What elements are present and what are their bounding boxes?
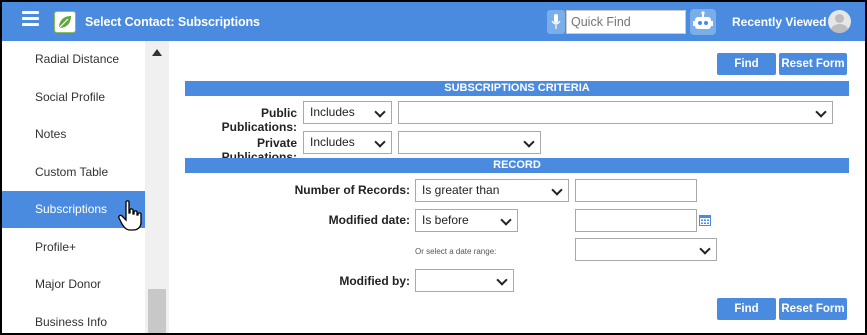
public-operator-value: Includes <box>310 105 355 119</box>
sidebar-item-notes[interactable]: Notes <box>2 116 145 153</box>
sidebar: Radial Distance Social Profile Notes Cus… <box>2 41 145 333</box>
hand-cursor-icon <box>118 200 142 231</box>
robot-assistant-icon[interactable] <box>690 9 716 35</box>
public-publications-value-select[interactable] <box>398 101 833 124</box>
find-button-top[interactable]: Find <box>717 53 776 75</box>
recently-viewed-menu[interactable]: Recently Viewed▾ <box>732 15 834 29</box>
public-publications-label: Public Publications: <box>221 106 297 134</box>
date-range-note: Or select a date range: <box>415 247 497 256</box>
leaf-logo-icon <box>54 11 76 33</box>
modified-date-operator-value: Is before <box>422 213 469 227</box>
chevron-down-icon <box>523 136 535 148</box>
date-range-select[interactable] <box>575 238 717 261</box>
sidebar-item-radial-distance[interactable]: Radial Distance <box>2 41 145 78</box>
modified-by-select[interactable] <box>415 269 514 292</box>
find-button-bottom[interactable]: Find <box>717 298 776 320</box>
quick-find-input[interactable] <box>566 10 686 34</box>
modified-date-input[interactable] <box>575 209 697 232</box>
number-of-records-label: Number of Records: <box>294 183 410 197</box>
chevron-down-icon <box>551 184 563 196</box>
reset-form-button-bottom[interactable]: Reset Form <box>779 298 847 320</box>
private-publications-operator-select[interactable]: Includes <box>303 131 392 154</box>
chevron-down-icon <box>496 274 508 286</box>
number-of-records-operator-value: Is greater than <box>422 183 500 197</box>
chevron-down-icon <box>374 106 386 118</box>
avatar[interactable] <box>828 10 851 33</box>
sidebar-item-business-info[interactable]: Business Info <box>2 304 145 333</box>
sidebar-scrollbar[interactable] <box>145 41 169 333</box>
reset-form-button-top[interactable]: Reset Form <box>779 53 847 75</box>
sidebar-item-major-donor[interactable]: Major Donor <box>2 266 145 303</box>
chevron-down-icon <box>500 214 512 226</box>
calendar-icon[interactable] <box>699 214 711 226</box>
top-bar: Select Contact: Subscriptions Recently V… <box>2 2 865 41</box>
scroll-up-icon[interactable] <box>152 49 162 56</box>
chevron-down-icon <box>374 136 386 148</box>
record-heading: RECORD <box>185 158 849 173</box>
sidebar-item-social-profile[interactable]: Social Profile <box>2 79 145 116</box>
microphone-icon[interactable] <box>547 10 565 34</box>
recently-viewed-label: Recently Viewed <box>732 15 827 29</box>
modified-date-label: Modified date: <box>328 213 410 227</box>
chevron-down-icon <box>699 243 711 255</box>
chevron-down-icon <box>815 106 827 118</box>
sidebar-item-profile-plus[interactable]: Profile+ <box>2 229 145 266</box>
hamburger-menu-icon[interactable] <box>22 11 39 26</box>
private-operator-value: Includes <box>310 135 355 149</box>
scrollbar-thumb[interactable] <box>148 289 166 333</box>
modified-by-label: Modified by: <box>339 274 410 288</box>
public-publications-operator-select[interactable]: Includes <box>303 101 392 124</box>
number-of-records-input[interactable] <box>575 179 697 202</box>
subscriptions-criteria-heading: SUBSCRIPTIONS CRITERIA <box>185 81 849 96</box>
sidebar-item-custom-table[interactable]: Custom Table <box>2 154 145 191</box>
app-window: Select Contact: Subscriptions Recently V… <box>2 2 865 333</box>
page-title: Select Contact: Subscriptions <box>85 15 260 29</box>
modified-date-operator-select[interactable]: Is before <box>415 209 518 232</box>
private-publications-value-select[interactable] <box>398 131 541 154</box>
number-of-records-operator-select[interactable]: Is greater than <box>415 179 569 202</box>
